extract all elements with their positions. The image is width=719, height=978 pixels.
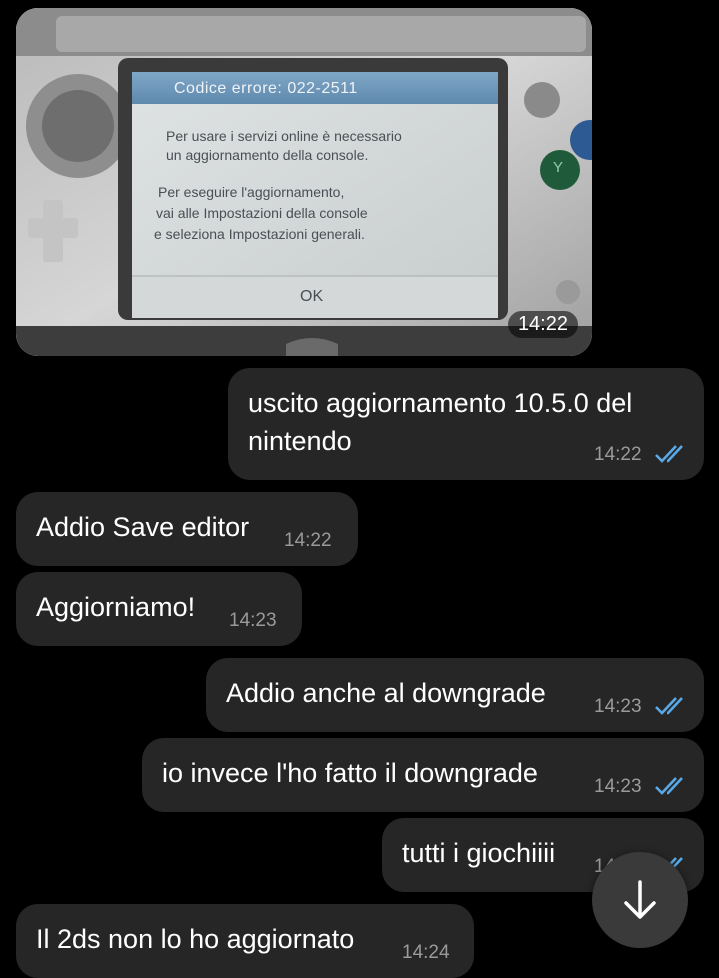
photo-message[interactable]: Codice errore: 022-2511 Per usare i serv…	[16, 8, 592, 356]
error-line-5: e seleziona Impostazioni generali.	[154, 226, 365, 242]
message-text: uscito aggiornamento 10.5.0 del	[248, 388, 633, 418]
message-bubble-incoming[interactable]: Aggiorniamo! 14:23	[16, 572, 302, 646]
message-text: nintendo	[248, 426, 352, 456]
message-bubble-outgoing[interactable]: io invece l'ho fatto il downgrade 14:23	[142, 738, 704, 812]
message-time: 14:24	[402, 942, 450, 963]
message-bubble-incoming[interactable]: Il 2ds non lo ho aggiornato 14:24	[16, 904, 474, 978]
read-receipt-icon	[655, 697, 683, 715]
message-text: Aggiorniamo!	[36, 592, 196, 622]
message-text: Il 2ds non lo ho aggiornato	[36, 924, 355, 954]
read-receipt-icon	[655, 777, 683, 795]
message-text: Addio anche al downgrade	[226, 678, 546, 708]
message-time: 14:23	[594, 776, 642, 797]
message-time: 14:22	[594, 444, 642, 465]
message-time: 14:23	[594, 696, 642, 717]
message-time: 14:23	[229, 610, 277, 631]
scroll-to-bottom-button[interactable]	[592, 852, 688, 948]
message-bubble-outgoing[interactable]: Addio anche al downgrade 14:23	[206, 658, 704, 732]
message-text: io invece l'ho fatto il downgrade	[162, 758, 538, 788]
message-bubble-incoming[interactable]: Addio Save editor 14:22	[16, 492, 358, 566]
message-text: Addio Save editor	[36, 512, 250, 542]
error-line-2: un aggiornamento della console.	[166, 147, 369, 163]
message-bubble-outgoing[interactable]: uscito aggiornamento 10.5.0 del nintendo…	[228, 368, 704, 480]
message-text: tutti i giochiiii	[402, 838, 556, 868]
error-line-1: Per usare i servizi online è necessario	[166, 128, 402, 144]
message-time: 14:22	[284, 530, 332, 551]
error-code-title: Codice errore: 022-2511	[174, 80, 358, 97]
arrow-down-icon	[624, 880, 656, 919]
y-button-label: Y	[553, 159, 564, 176]
photo-timestamp: 14:22	[507, 311, 578, 338]
error-line-3: Per eseguire l'aggiornamento,	[158, 184, 345, 200]
ok-button-label: OK	[300, 288, 324, 305]
error-line-4: vai alle Impostazioni della console	[156, 205, 368, 221]
read-receipt-icon	[655, 445, 683, 463]
